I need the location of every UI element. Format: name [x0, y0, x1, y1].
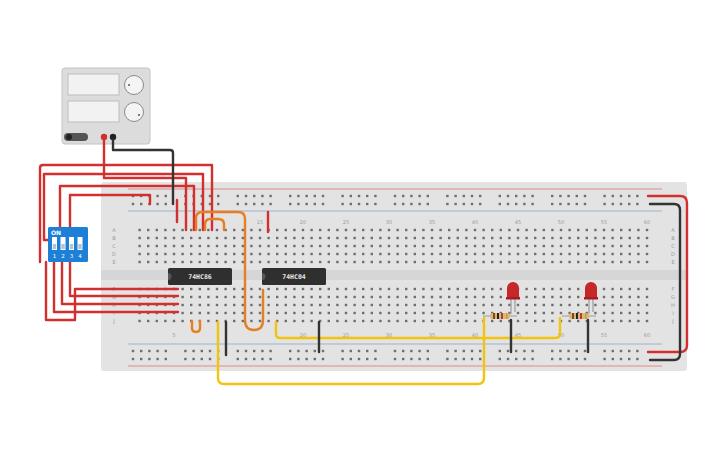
current-display: [68, 101, 119, 122]
row-label: J: [112, 318, 114, 324]
wire[interactable]: [54, 262, 178, 312]
dip-number: 1: [53, 253, 57, 259]
breadboard[interactable]: 152025303540455055605202530354045505560A…: [101, 182, 687, 371]
row-label: B: [671, 235, 675, 241]
wire[interactable]: [510, 320, 512, 352]
wire[interactable]: [225, 322, 227, 355]
chip-label: 74HC04: [282, 273, 306, 281]
row-label: G: [671, 294, 675, 300]
dip-switch-toggle[interactable]: 4: [78, 237, 83, 259]
circuit-diagram: 152025303540455055605202530354045505560A…: [0, 0, 725, 453]
wire[interactable]: [318, 322, 320, 352]
row-label: E: [112, 259, 115, 265]
wire[interactable]: [587, 320, 589, 352]
wire[interactable]: [205, 219, 224, 230]
column-label: 15: [257, 219, 263, 225]
row-label: D: [112, 251, 116, 257]
dip-number: 4: [78, 253, 82, 259]
wire[interactable]: [218, 318, 484, 384]
resistor[interactable]: [483, 313, 517, 319]
wire[interactable]: [113, 140, 173, 204]
wires: [40, 140, 687, 384]
row-label: F: [672, 286, 675, 292]
dip-switch-toggle[interactable]: 1: [52, 237, 57, 259]
ic-chip[interactable]: 74HC04: [262, 268, 326, 285]
column-label: 5: [172, 332, 175, 338]
resistor[interactable]: [562, 313, 596, 319]
column-label: 55: [601, 332, 607, 338]
row-label: A: [112, 227, 116, 233]
wire[interactable]: [650, 204, 680, 360]
row-label: D: [671, 251, 675, 257]
wire[interactable]: [192, 321, 200, 332]
column-label: 30: [386, 219, 392, 225]
dip-number: 3: [70, 253, 74, 259]
wire[interactable]: [46, 262, 178, 320]
power-switch[interactable]: [64, 133, 88, 141]
led[interactable]: [584, 282, 598, 314]
dip-on-label: ON: [51, 229, 61, 236]
circuit-canvas[interactable]: 152025303540455055605202530354045505560A…: [0, 0, 725, 453]
column-label: 60: [644, 332, 650, 338]
column-label: 50: [558, 219, 564, 225]
row-label: A: [671, 227, 675, 233]
dip-switch-toggle[interactable]: 2: [61, 237, 66, 259]
current-knob[interactable]: [125, 103, 144, 122]
wire[interactable]: [267, 212, 269, 232]
dip-switch[interactable]: ON 1234: [48, 227, 88, 262]
column-label: 60: [644, 219, 650, 225]
wire[interactable]: [104, 140, 186, 230]
dip-number: 2: [61, 253, 65, 259]
column-label: 45: [515, 219, 521, 225]
wire[interactable]: [70, 262, 178, 296]
wire[interactable]: [62, 262, 178, 304]
led[interactable]: [506, 282, 520, 314]
column-label: 40: [472, 219, 478, 225]
column-label: 25: [343, 219, 349, 225]
column-label: 35: [429, 219, 435, 225]
row-label: H: [671, 302, 675, 308]
dip-switch-toggle[interactable]: 3: [69, 237, 74, 259]
row-label: J: [671, 318, 673, 324]
column-label: 20: [300, 219, 306, 225]
chip-label: 74HC86: [188, 273, 212, 281]
row-label: B: [112, 235, 116, 241]
voltage-display: [68, 74, 119, 95]
wire[interactable]: [176, 200, 178, 222]
power-supply[interactable]: [62, 68, 150, 144]
row-label: E: [671, 259, 674, 265]
wire[interactable]: [196, 212, 263, 330]
column-label: 55: [601, 219, 607, 225]
row-label: I: [672, 310, 673, 316]
wire[interactable]: [70, 195, 150, 227]
voltage-knob[interactable]: [125, 76, 144, 95]
ic-chip[interactable]: 74HC86: [168, 268, 232, 285]
row-label: C: [671, 243, 675, 249]
row-label: C: [112, 243, 116, 249]
